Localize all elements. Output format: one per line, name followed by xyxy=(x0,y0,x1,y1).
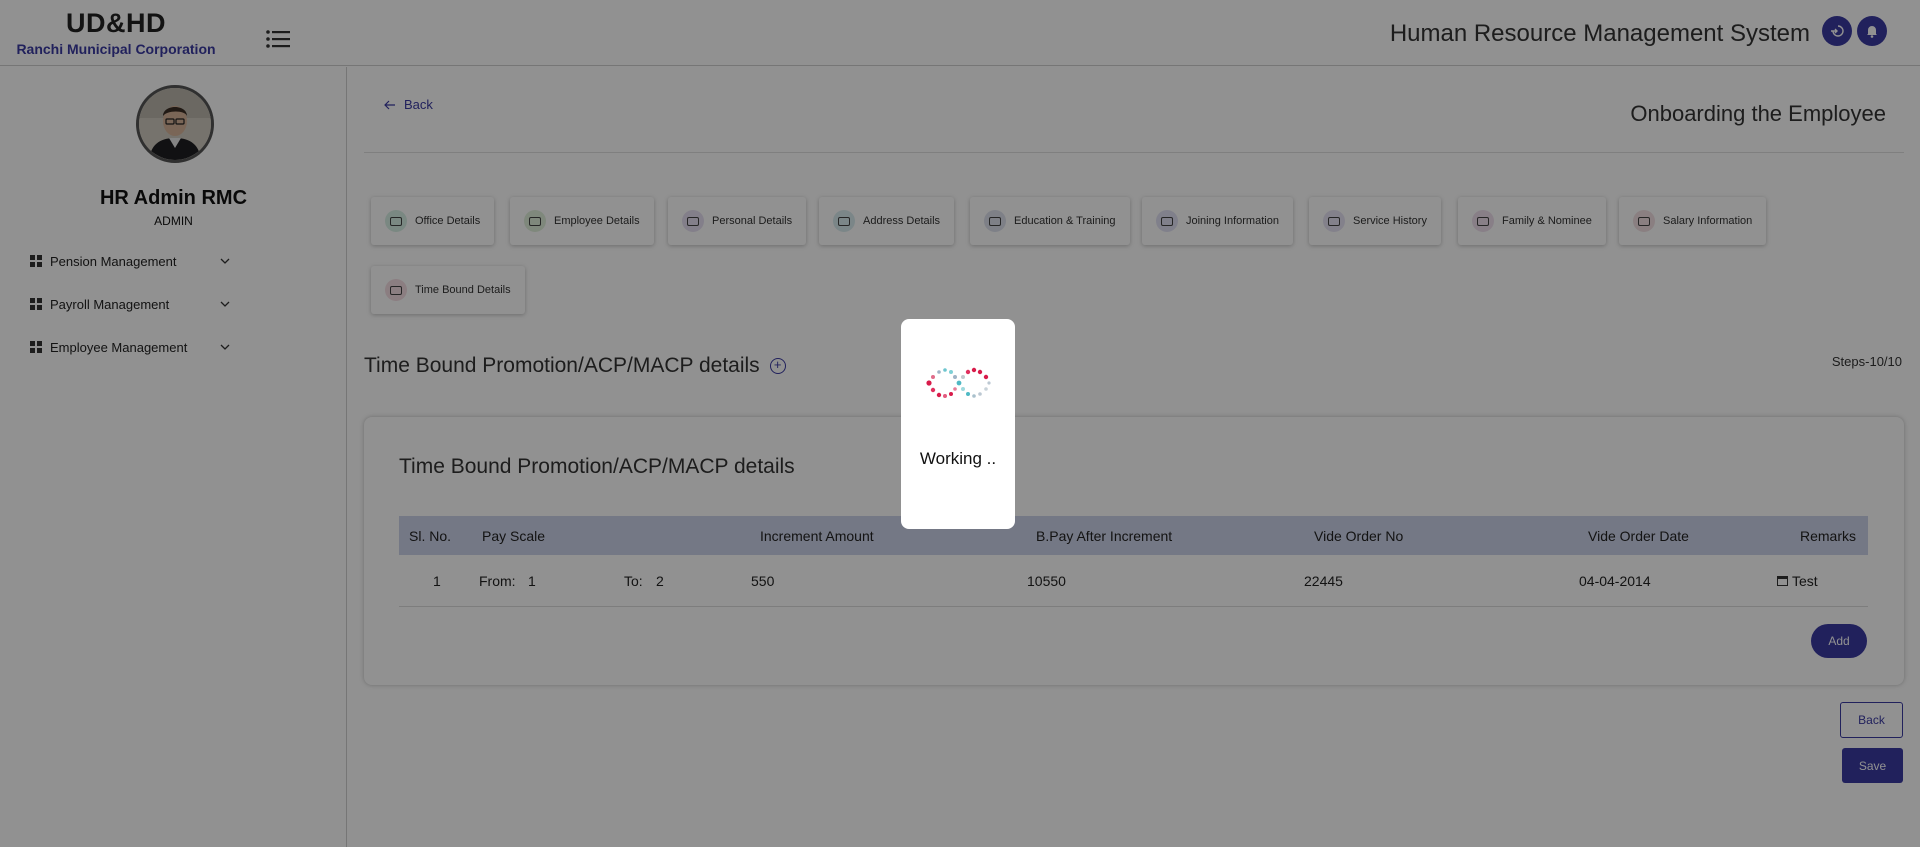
loading-text: Working .. xyxy=(919,449,997,468)
loading-dialog: Working .. xyxy=(901,319,1015,529)
loading-spinner-icon xyxy=(926,367,991,398)
loading-overlay: Working .. xyxy=(0,0,1920,847)
